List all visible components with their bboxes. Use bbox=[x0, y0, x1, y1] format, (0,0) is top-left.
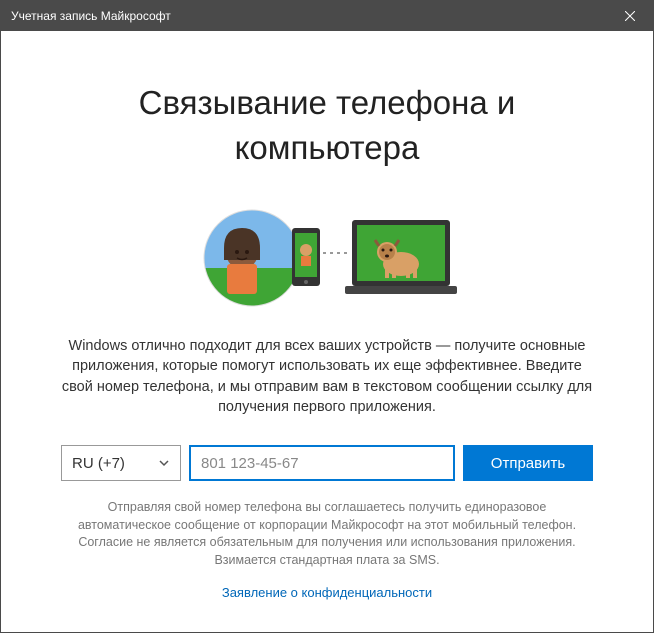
country-code-value: RU (+7) bbox=[72, 455, 125, 472]
sms-disclaimer: Отправляя свой номер телефона вы соглаша… bbox=[61, 499, 593, 569]
description-text: Windows отлично подходит для всех ваших … bbox=[61, 336, 593, 417]
window-title: Учетная запись Майкрософт bbox=[11, 9, 171, 23]
page-title: Связывание телефона и компьютера bbox=[61, 81, 593, 170]
chevron-down-icon bbox=[158, 457, 170, 469]
privacy-link[interactable]: Заявление о конфиденциальности bbox=[222, 585, 432, 600]
country-code-select[interactable]: RU (+7) bbox=[61, 445, 181, 481]
dialog-content: Связывание телефона и компьютера bbox=[1, 31, 653, 632]
phone-form: RU (+7) Отправить bbox=[61, 445, 593, 481]
close-button[interactable] bbox=[607, 1, 653, 31]
submit-button[interactable]: Отправить bbox=[463, 445, 593, 481]
illustration bbox=[197, 198, 457, 318]
phone-input[interactable] bbox=[189, 445, 455, 481]
titlebar: Учетная запись Майкрософт bbox=[1, 1, 653, 31]
dialog-window: Учетная запись Майкрософт Связывание тел… bbox=[0, 0, 654, 633]
close-icon bbox=[625, 11, 635, 21]
